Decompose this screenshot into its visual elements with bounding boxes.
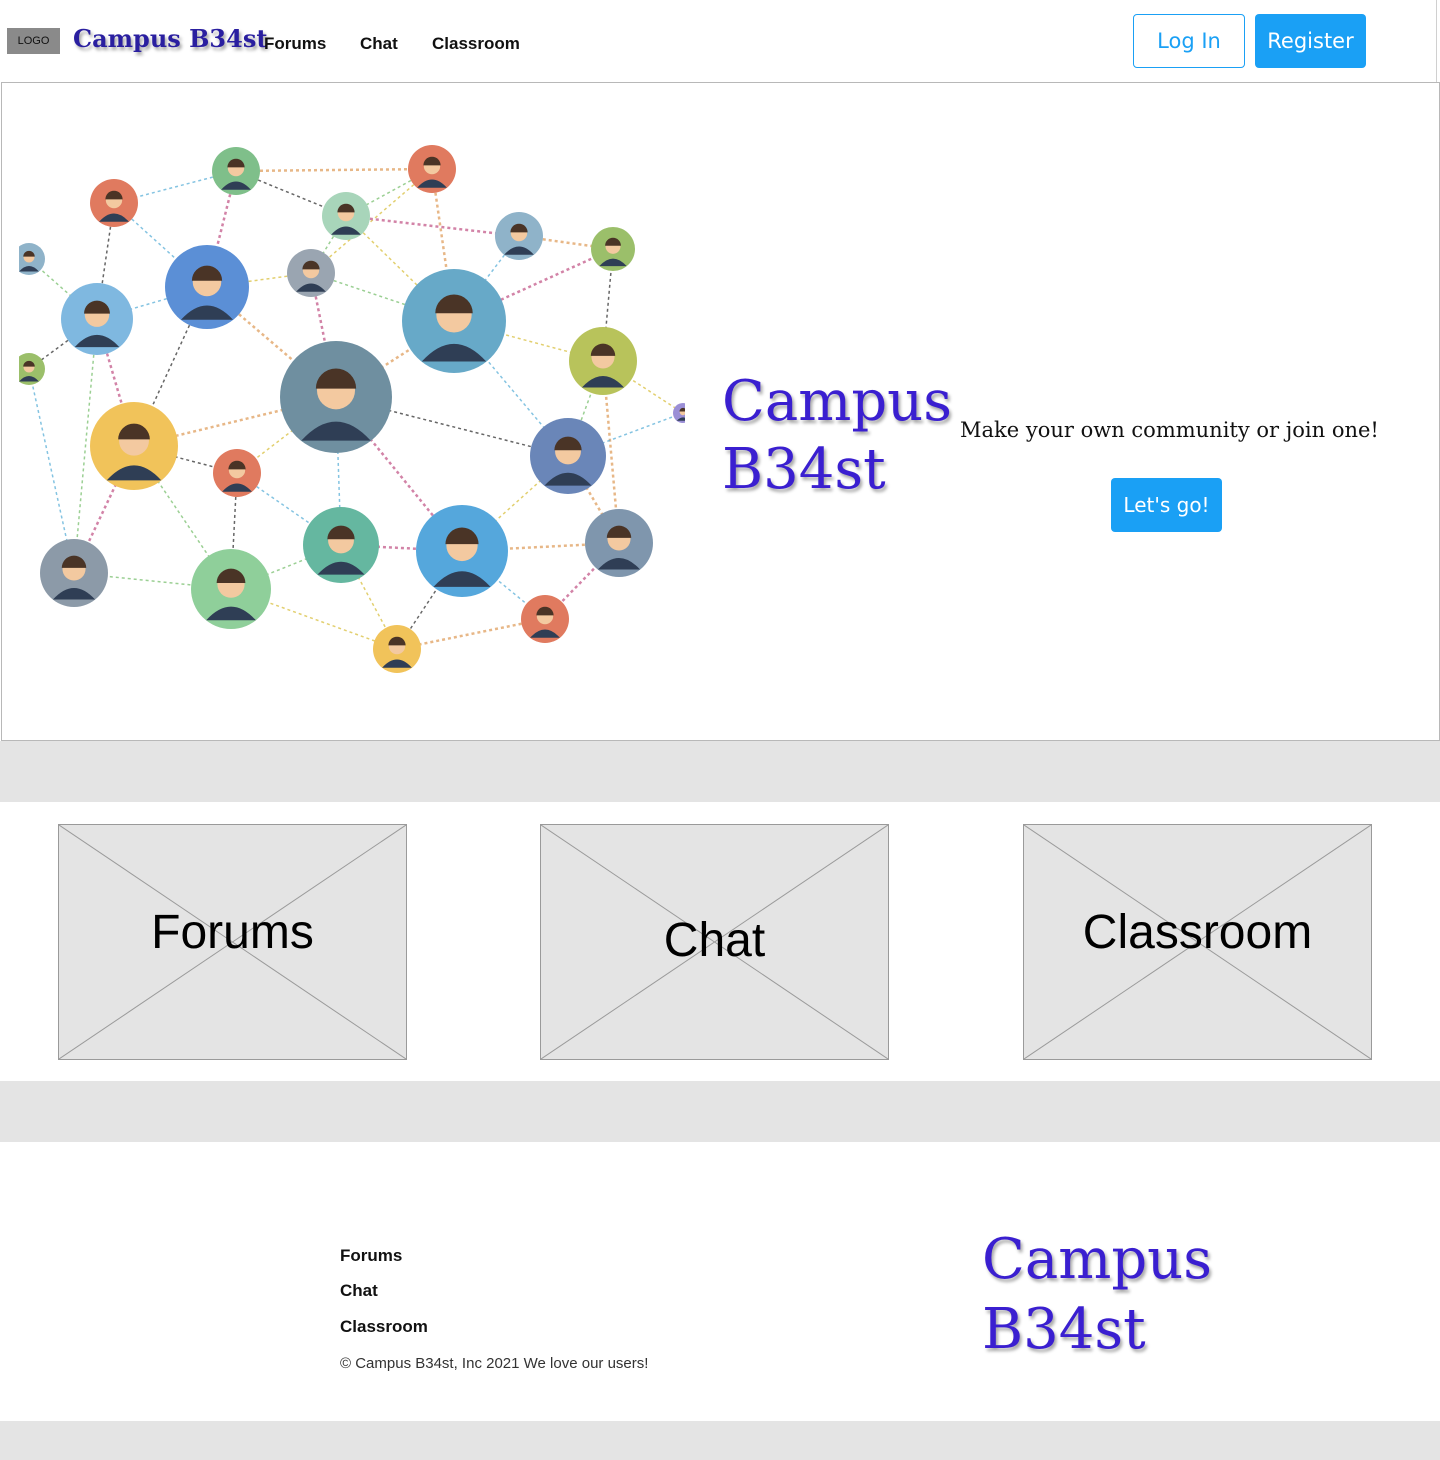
register-button[interactable]: Register [1255,14,1366,68]
brand-name[interactable]: Campus B34st [73,24,267,53]
chat-card[interactable]: Chat [540,824,889,1060]
avatar [40,539,108,607]
avatar [303,507,379,583]
network-connection-line [235,167,433,173]
hero-tagline: Make your own community or join one! [960,418,1379,442]
avatar [673,403,693,423]
footer-brand-line-1: Campus [982,1227,1212,1292]
logo-placeholder[interactable]: LOGO [7,28,60,54]
classroom-card[interactable]: Classroom [1023,824,1372,1060]
avatar [416,505,508,597]
avatar [585,509,653,577]
people-network-illustration [13,131,693,691]
avatar [13,353,45,385]
chat-card-label: Chat [663,914,766,967]
avatar [212,147,260,195]
avatar [591,227,635,271]
top-nav-bar: LOGO Campus B34st Forums Chat Classroom … [0,0,1440,82]
avatar [530,418,606,494]
nav-chat[interactable]: Chat [360,34,398,54]
avatar [280,341,392,453]
avatar [322,192,370,240]
header-edge-divider [1436,0,1437,82]
avatar [402,269,506,373]
avatar [408,145,456,193]
avatar [569,327,637,395]
network-connection-line [345,214,520,238]
classroom-card-label: Classroom [1082,906,1313,959]
footer-brand: Campus B34st [982,1225,1242,1365]
avatar [13,243,45,275]
avatar [213,449,261,497]
section-divider-band [0,741,1440,802]
avatar [373,625,421,673]
login-button[interactable]: Log In [1133,14,1245,68]
footer-link-classroom[interactable]: Classroom [340,1317,428,1337]
hero-title-line-1: Campus [722,369,952,434]
avatar [495,212,543,260]
nav-classroom[interactable]: Classroom [432,34,520,54]
hero-title-line-2: B34st [722,437,886,502]
avatar [521,595,569,643]
avatar [287,249,335,297]
footer-bottom-band [0,1421,1440,1460]
forums-card[interactable]: Forums [58,824,407,1060]
hero-section: Campus B34st Make your own community or … [1,82,1440,741]
forums-card-label: Forums [151,906,314,959]
footer-link-chat[interactable]: Chat [340,1281,378,1301]
avatar [90,402,178,490]
lets-go-button[interactable]: Let's go! [1111,478,1222,532]
hero-title: Campus B34st [722,368,962,504]
avatar [90,179,138,227]
nav-forums[interactable]: Forums [264,34,326,54]
avatar [191,549,271,629]
copyright-text: © Campus B34st, Inc 2021 We love our use… [340,1355,649,1372]
avatar [61,283,133,355]
section-divider-band [0,1081,1440,1142]
footer-link-forums[interactable]: Forums [340,1246,402,1266]
avatar [165,245,249,329]
footer-brand-line-2: B34st [982,1297,1146,1362]
